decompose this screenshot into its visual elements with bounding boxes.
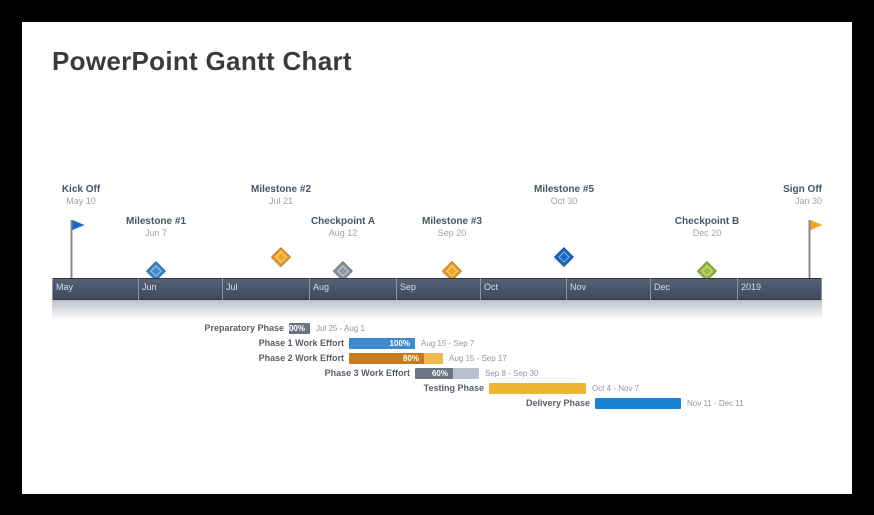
task-range: Nov 11 - Dec 11 — [681, 399, 744, 408]
milestone-date: Jun 7 — [126, 228, 186, 239]
milestone-name: Checkpoint A — [311, 216, 375, 228]
tick-label: Sep — [400, 282, 416, 292]
task-label: Phase 1 Work Effort — [259, 338, 348, 348]
flag-icon — [71, 220, 74, 278]
diamond-icon — [271, 247, 291, 267]
task-label: Preparatory Phase — [204, 323, 288, 333]
tick-label: Jul — [226, 282, 238, 292]
tick-label: 2019 — [741, 282, 761, 292]
task-label: Delivery Phase — [526, 398, 594, 408]
milestone-label: Kick Off May 10 — [62, 184, 100, 207]
milestone-label: Milestone #3 Sep 20 — [422, 216, 482, 239]
milestone-date: Jan 30 — [783, 196, 822, 207]
milestone-date: Aug 12 — [311, 228, 375, 239]
timeline-shadow — [52, 300, 822, 320]
task-bar — [595, 398, 681, 409]
milestone-date: Jul 21 — [251, 196, 311, 207]
chart-title: PowerPoint Gantt Chart — [52, 46, 352, 77]
task-label: Testing Phase — [424, 383, 488, 393]
milestone-label: Milestone #2 Jul 21 — [251, 184, 311, 207]
tick-label: Jun — [142, 282, 157, 292]
task-range: Oct 4 - Nov 7 — [586, 384, 639, 393]
tick-label: Aug — [313, 282, 329, 292]
timeline-band — [52, 278, 822, 300]
task-row: Delivery Phase Nov 11 - Dec 11 — [52, 397, 822, 412]
tick-label: May — [56, 282, 73, 292]
milestone-name: Milestone #1 — [126, 216, 186, 228]
tick-label: Dec — [654, 282, 670, 292]
task-bar — [489, 383, 586, 394]
milestone-date: Sep 20 — [422, 228, 482, 239]
flag-icon — [809, 220, 812, 278]
task-range: Jul 25 - Aug 1 — [310, 324, 365, 333]
task-range: Sep 8 - Sep 30 — [479, 369, 538, 378]
milestone-name: Milestone #3 — [422, 216, 482, 228]
tick-label: Nov — [570, 282, 586, 292]
task-label: Phase 2 Work Effort — [259, 353, 348, 363]
task-row: Phase 1 Work Effort 100% Aug 15 - Sep 7 — [52, 337, 822, 352]
tick-label: Oct — [484, 282, 498, 292]
slide: PowerPoint Gantt Chart Kick Off May 10 M… — [22, 22, 852, 494]
milestone-name: Milestone #5 — [534, 184, 594, 196]
task-label: Phase 3 Work Effort — [325, 368, 414, 378]
milestone-label: Checkpoint B Dec 20 — [675, 216, 739, 239]
task-row: Testing Phase Oct 4 - Nov 7 — [52, 382, 822, 397]
milestone-name: Checkpoint B — [675, 216, 739, 228]
gantt-canvas: Kick Off May 10 Milestone #2 Jul 21 Mile… — [52, 184, 822, 474]
milestone-date: May 10 — [62, 196, 100, 207]
milestone-date: Oct 30 — [534, 196, 594, 207]
milestone-name: Kick Off — [62, 184, 100, 196]
task-row: Preparatory Phase 100% Jul 25 - Aug 1 — [52, 322, 822, 337]
milestone-label: Checkpoint A Aug 12 — [311, 216, 375, 239]
diamond-icon — [554, 247, 574, 267]
task-row: Phase 2 Work Effort 80% Aug 15 - Sep 17 — [52, 352, 822, 367]
milestone-label: Milestone #5 Oct 30 — [534, 184, 594, 207]
task-range: Aug 15 - Sep 7 — [415, 339, 474, 348]
milestone-label: Sign Off Jan 30 — [783, 184, 822, 207]
task-row: Phase 3 Work Effort 60% Sep 8 - Sep 30 — [52, 367, 822, 382]
milestone-name: Sign Off — [783, 184, 822, 196]
milestone-label: Milestone #1 Jun 7 — [126, 216, 186, 239]
milestone-date: Dec 20 — [675, 228, 739, 239]
task-range: Aug 15 - Sep 17 — [443, 354, 507, 363]
milestone-name: Milestone #2 — [251, 184, 311, 196]
